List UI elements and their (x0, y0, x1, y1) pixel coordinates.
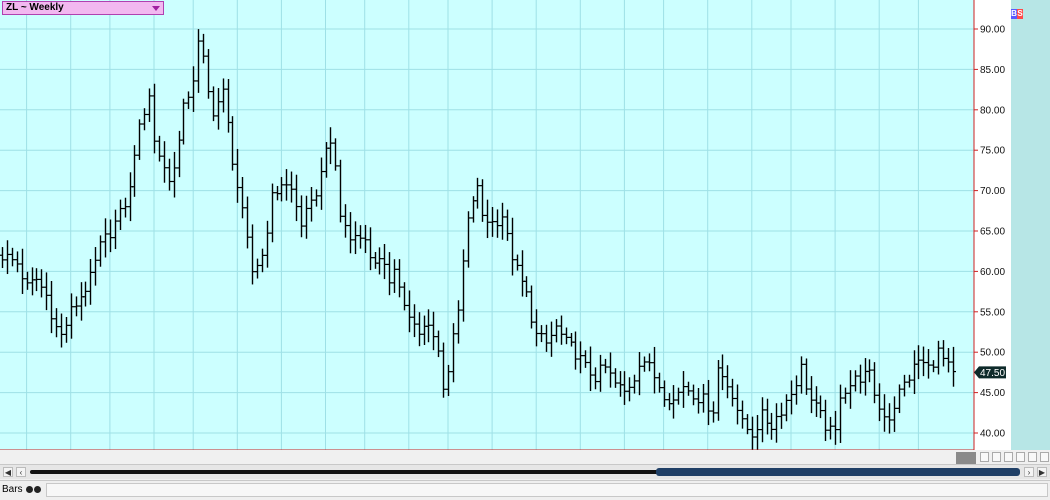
price-tick-label: 40.00 (980, 429, 1005, 440)
price-tick-label: 50.00 (980, 348, 1005, 359)
scroll-first-icon[interactable]: ◀ (3, 467, 13, 477)
scroll-last-icon[interactable]: ▶ (1037, 467, 1047, 477)
circle-icon (34, 485, 42, 493)
price-tick-label: 90.00 (980, 25, 1005, 36)
price-tick-label: 85.00 (980, 65, 1005, 76)
price-chart[interactable]: 90.00 85.00 80.00 75.00 70.00 65.00 60.00 55.00… (0, 0, 1050, 465)
price-tick-label: 55.00 (980, 307, 1005, 318)
sell-badge[interactable]: S (1017, 9, 1023, 19)
last-price-label: 47.50 (980, 368, 1005, 379)
last-price-marker: 47.50 (974, 366, 1006, 379)
price-tick-label: 45.00 (980, 388, 1005, 399)
dropdown-arrow-icon[interactable] (152, 6, 160, 11)
symbol-selector[interactable]: ZL ~ Weekly (2, 1, 164, 15)
bars-tab[interactable]: Bars (2, 483, 42, 497)
scroll-left-icon[interactable]: ‹ (16, 467, 26, 477)
status-field (46, 483, 1048, 497)
price-tick-label: 80.00 (980, 105, 1005, 116)
right-side-panel (1011, 0, 1050, 450)
price-tick-label: 70.00 (980, 186, 1005, 197)
bottom-bar: Bars (0, 480, 1050, 500)
line-tool-icon[interactable] (980, 452, 989, 462)
channel-tool-icon[interactable] (1040, 452, 1049, 462)
chart-svg: 90.00 85.00 80.00 75.00 70.00 65.00 60.00 55.00… (0, 0, 1050, 465)
text-tool-icon[interactable] (992, 452, 1001, 462)
scroll-thumb[interactable] (656, 468, 1020, 476)
price-tick-label: 65.00 (980, 227, 1005, 238)
bars-tab-label: Bars (2, 484, 23, 495)
scroll-corner (956, 452, 976, 464)
fib-tool-icon[interactable] (1028, 452, 1037, 462)
price-tick-label: 60.00 (980, 267, 1005, 278)
shape-tool-icon[interactable] (1004, 452, 1013, 462)
price-tick-label: 75.00 (980, 146, 1005, 157)
arrow-tool-icon[interactable] (1016, 452, 1025, 462)
symbol-label: ZL ~ Weekly (6, 2, 64, 13)
buy-sell-badge[interactable]: BS (1011, 9, 1023, 19)
scroll-right-icon[interactable]: › (1024, 467, 1034, 477)
time-scrollbar[interactable]: ◀ ‹ › ▶ (0, 464, 1050, 479)
circle-icon (26, 485, 34, 493)
